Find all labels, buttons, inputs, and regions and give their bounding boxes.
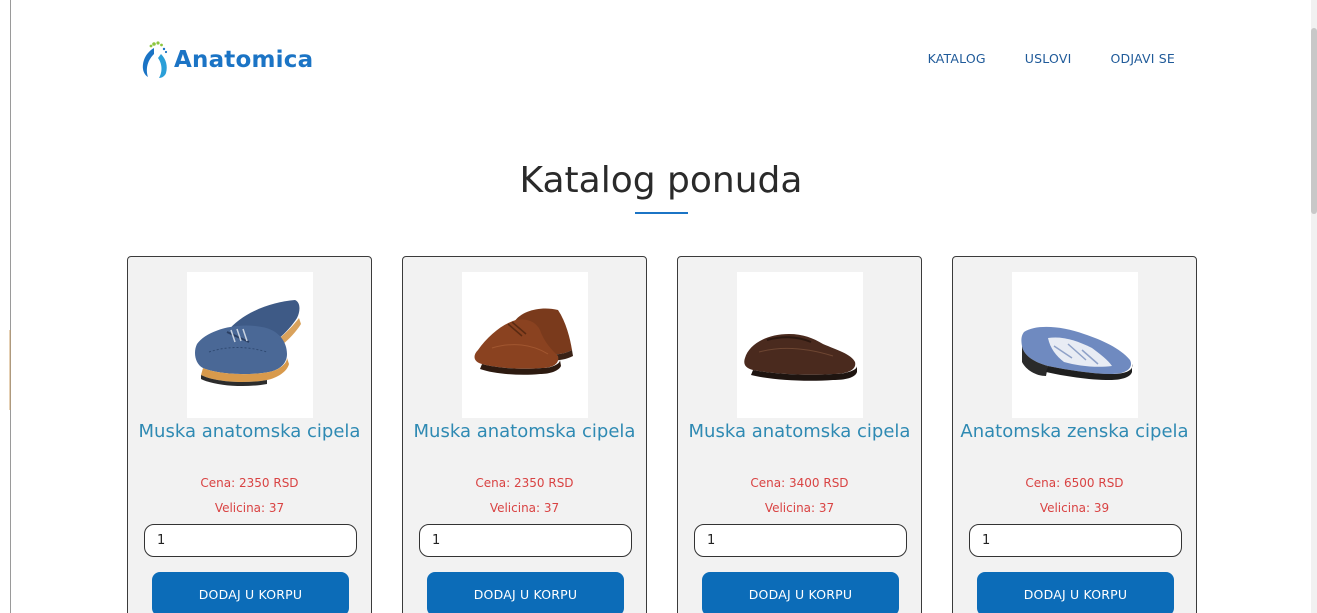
brand-logo[interactable]: Anatomica	[137, 40, 313, 80]
product-price: Cena: 2350 RSD	[200, 476, 299, 490]
window-left-border-accent	[9, 330, 11, 410]
window-left-border	[10, 0, 11, 613]
product-card: Anatomska zenska cipela Cena: 6500 RSD V…	[952, 256, 1197, 613]
add-to-cart-button[interactable]: DODAJ U KORPU	[427, 572, 624, 613]
main-nav: KATALOG USLOVI ODJAVI SE	[889, 51, 1175, 66]
quantity-input[interactable]	[419, 524, 632, 557]
product-price: Cena: 2350 RSD	[475, 476, 574, 490]
product-title[interactable]: Anatomska zenska cipela	[953, 420, 1196, 444]
product-image	[187, 272, 313, 418]
product-image	[1012, 272, 1138, 418]
title-underline	[635, 212, 688, 214]
product-title[interactable]: Muska anatomska cipela	[678, 420, 921, 444]
blue-brogue-shoe-image	[187, 272, 313, 418]
nav-item-uslovi[interactable]: USLOVI	[1025, 51, 1072, 66]
nav-item-katalog[interactable]: KATALOG	[928, 51, 986, 66]
product-card: Muska anatomska cipela Cena: 2350 RSD Ve…	[402, 256, 647, 613]
product-image	[737, 272, 863, 418]
add-to-cart-button[interactable]: DODAJ U KORPU	[702, 572, 899, 613]
page-title: Katalog ponuda	[519, 160, 803, 201]
product-price: Cena: 6500 RSD	[1025, 476, 1124, 490]
brown-loafer-shoe-image	[737, 272, 863, 418]
quantity-input[interactable]	[144, 524, 357, 557]
add-to-cart-button[interactable]: DODAJ U KORPU	[152, 572, 349, 613]
quantity-input[interactable]	[969, 524, 1182, 557]
quantity-input[interactable]	[694, 524, 907, 557]
product-size: Velicina: 37	[489, 501, 560, 515]
page-scrollbar[interactable]	[1311, 0, 1317, 613]
product-price: Cena: 3400 RSD	[750, 476, 849, 490]
product-card: Muska anatomska cipela Cena: 3400 RSD Ve…	[677, 256, 922, 613]
brand-name: Anatomica	[174, 47, 314, 73]
product-size: Velicina: 39	[1039, 501, 1110, 515]
page: Anatomica KATALOG USLOVI ODJAVI SE Katal…	[0, 0, 1317, 613]
feet-logo-icon	[142, 41, 168, 78]
product-title[interactable]: Muska anatomska cipela	[128, 420, 371, 444]
add-to-cart-button[interactable]: DODAJ U KORPU	[977, 572, 1174, 613]
product-card: Muska anatomska cipela Cena: 2350 RSD Ve…	[127, 256, 372, 613]
blue-womens-shoe-image	[1012, 272, 1138, 418]
product-image	[462, 272, 588, 418]
nav-item-odjavi-se[interactable]: ODJAVI SE	[1110, 51, 1175, 66]
brown-chukka-boot-image	[462, 272, 588, 418]
product-size: Velicina: 37	[214, 501, 285, 515]
product-size: Velicina: 37	[764, 501, 835, 515]
product-title[interactable]: Muska anatomska cipela	[403, 420, 646, 444]
